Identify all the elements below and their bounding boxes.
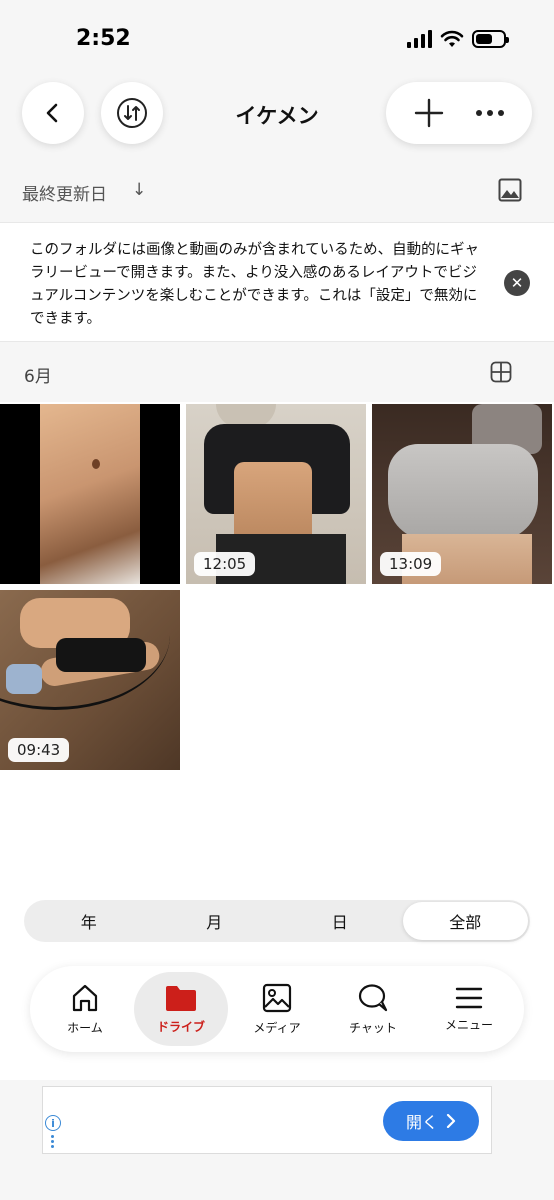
arrow-down-icon[interactable]: ↓ — [132, 180, 146, 200]
period-segmented-control: 年 月 日 全部 — [24, 900, 530, 942]
nav-label: ホーム — [67, 1020, 103, 1035]
media-thumbnail[interactable] — [0, 404, 180, 584]
ad-open-button[interactable]: 開く — [383, 1101, 479, 1141]
battery-icon — [472, 30, 509, 48]
ad-options-icon[interactable] — [51, 1135, 54, 1148]
ad-open-label: 開く — [405, 1113, 438, 1132]
nav-item-menu[interactable]: メニュー — [422, 972, 516, 1046]
grid-view-icon[interactable] — [490, 361, 512, 383]
bottom-nav: ホーム ドライブ メディア チャット メニュー — [30, 966, 524, 1052]
nav-label: チャット — [349, 1020, 397, 1035]
signal-icon — [407, 30, 432, 48]
video-duration: 12:05 — [194, 552, 256, 576]
info-icon[interactable]: i — [45, 1115, 61, 1131]
media-thumbnail[interactable]: 09:43 — [0, 590, 180, 770]
status-icons — [407, 30, 509, 48]
status-bar: 2:52 — [0, 0, 554, 82]
info-banner: このフォルダには画像と動画のみが含まれているため、自動的にギャラリービューで開き… — [0, 222, 554, 342]
nav-label: メディア — [253, 1020, 301, 1035]
nav-label: ドライブ — [156, 1019, 205, 1034]
more-icon[interactable] — [475, 108, 505, 118]
chevron-right-icon — [446, 1114, 456, 1128]
video-duration: 09:43 — [8, 738, 70, 762]
nav-item-chat[interactable]: チャット — [326, 972, 420, 1046]
header: イケメン — [0, 82, 554, 160]
month-label: 6月 — [24, 367, 52, 387]
home-icon — [72, 984, 98, 1011]
close-icon[interactable]: ✕ — [504, 270, 530, 296]
media-thumbnail[interactable]: 12:05 — [186, 404, 366, 584]
header-actions — [386, 82, 532, 144]
ad-banner[interactable]: i 開く — [42, 1086, 492, 1154]
wifi-icon — [440, 30, 464, 47]
image-view-icon[interactable] — [498, 178, 522, 202]
segment-all[interactable]: 全部 — [402, 902, 528, 940]
nav-item-media[interactable]: メディア — [230, 972, 324, 1046]
image-icon — [262, 983, 292, 1012]
sort-row: 最終更新日 ↓ — [0, 160, 554, 222]
banner-text: このフォルダには画像と動画のみが含まれているため、自動的にギャラリービューで開き… — [30, 242, 480, 327]
month-row: 6月 — [0, 342, 554, 402]
media-thumbnail[interactable]: 13:09 — [372, 404, 552, 584]
sort-label[interactable]: 最終更新日 — [22, 180, 107, 205]
folder-icon — [166, 985, 196, 1011]
segment-day[interactable]: 日 — [277, 902, 403, 940]
nav-item-drive[interactable]: ドライブ — [134, 972, 228, 1046]
segment-year[interactable]: 年 — [26, 902, 152, 940]
segment-month[interactable]: 月 — [152, 902, 278, 940]
nav-item-home[interactable]: ホーム — [38, 972, 132, 1046]
nav-label: メニュー — [444, 1017, 493, 1032]
chat-icon — [358, 983, 388, 1011]
plus-icon[interactable] — [414, 98, 444, 128]
menu-icon — [455, 987, 483, 1008]
status-time: 2:52 — [76, 26, 131, 51]
video-duration: 13:09 — [380, 552, 442, 576]
